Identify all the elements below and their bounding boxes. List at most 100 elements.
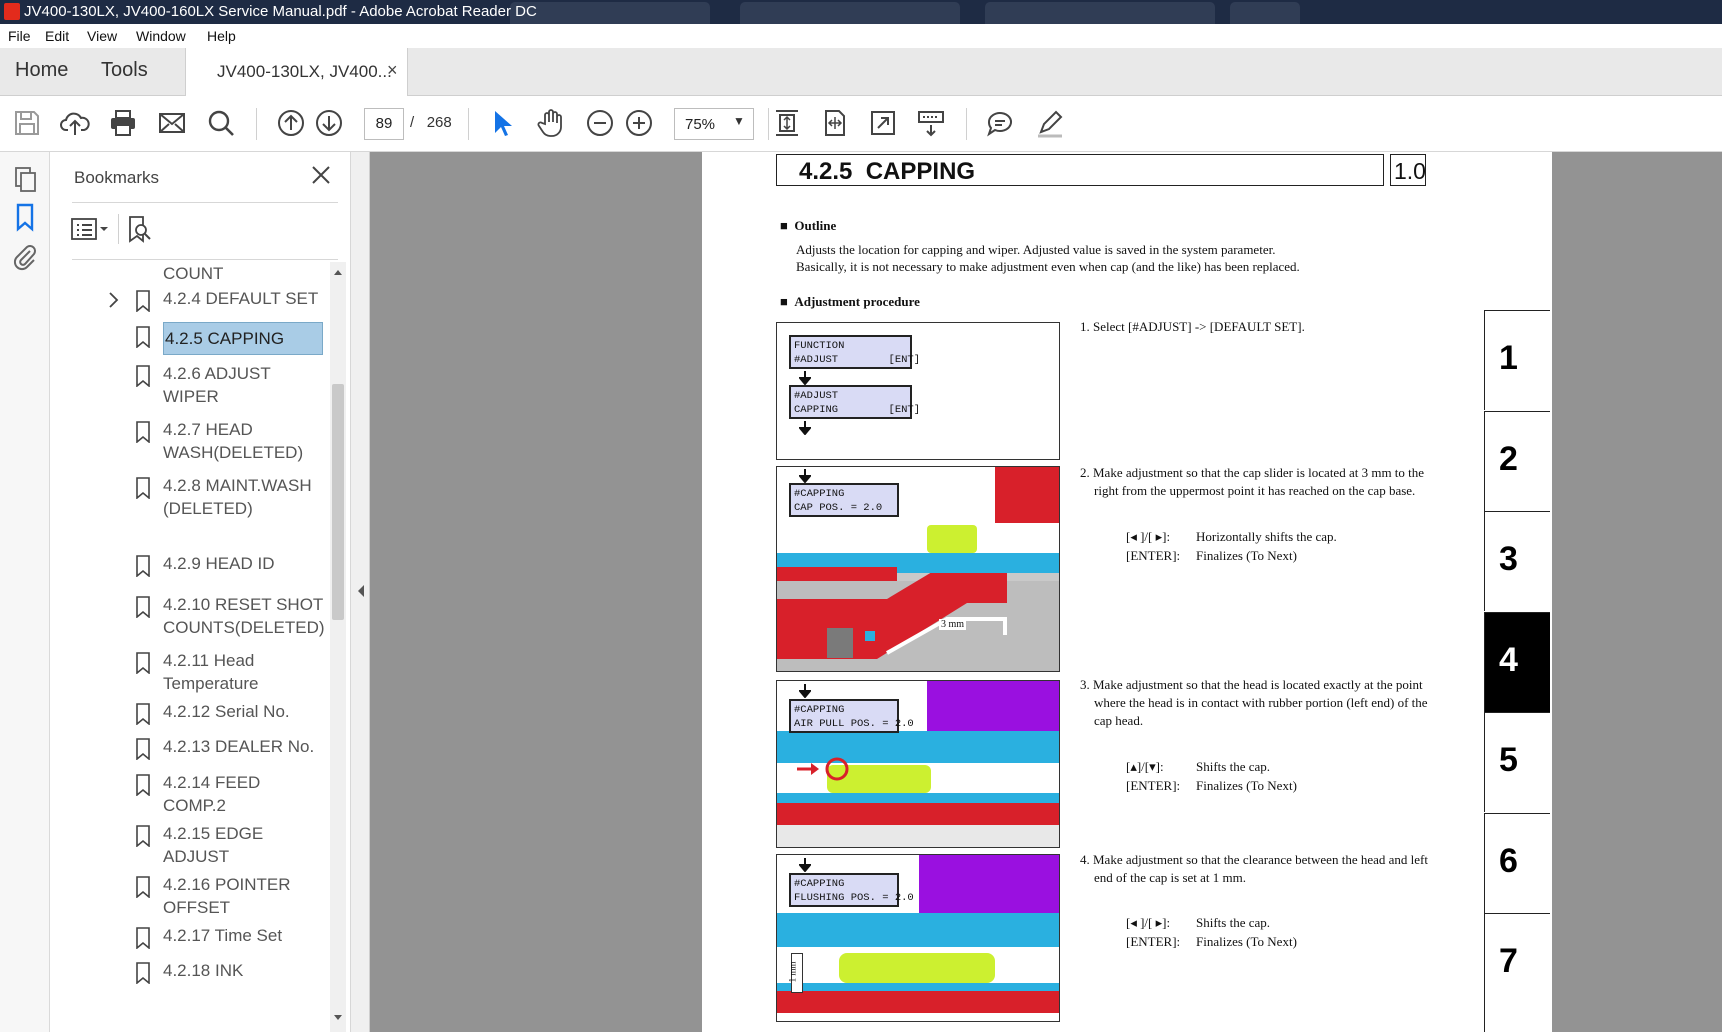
menu-help[interactable]: Help (207, 28, 236, 44)
chevron-right-icon[interactable] (107, 291, 121, 309)
chevron-down-icon: ▼ (733, 114, 745, 128)
key-description: Finalizes (To Next) (1196, 548, 1297, 563)
next-page-icon[interactable] (314, 108, 344, 138)
key-description: Shifts the cap. (1196, 915, 1271, 930)
outline-heading-text: Outline (794, 218, 837, 233)
lcd-line: CAP POS. = 2.0 (794, 502, 883, 514)
cloud-upload-icon[interactable] (60, 108, 90, 138)
bookmark-icon (136, 703, 150, 725)
print-icon[interactable] (108, 108, 138, 138)
tab-tools[interactable]: Tools (101, 59, 148, 82)
arrow-down-icon (799, 421, 811, 435)
figure-flushing: 1 mm #CAPPING FLUSHING POS. = 2.0 (776, 854, 1060, 1022)
page-thumbnails-icon[interactable] (10, 164, 40, 194)
section-title: 4.2.5 CAPPING (799, 158, 976, 185)
bookmark-label: 4.2.16 POINTER OFFSET (163, 875, 291, 917)
menu-edit[interactable]: Edit (45, 28, 69, 44)
lcd-line: #CAPPING (794, 488, 845, 500)
figure-part (777, 803, 1059, 825)
lcd-display: #CAPPING FLUSHING POS. = 2.0 (789, 873, 914, 907)
bookmark-icon (136, 876, 150, 898)
chapter-number: 5 (1499, 741, 1518, 779)
bookmark-icon (136, 927, 150, 949)
comment-icon[interactable] (985, 108, 1015, 138)
select-cursor-icon[interactable] (487, 108, 517, 138)
attachments-icon[interactable] (10, 242, 40, 272)
bookmark-icon (136, 825, 150, 847)
hand-tool-icon[interactable] (536, 108, 566, 138)
key-description: Finalizes (To Next) (1196, 934, 1297, 949)
previous-page-icon[interactable] (276, 108, 306, 138)
close-icon[interactable] (306, 160, 336, 190)
chapter-tab: 1 (1484, 310, 1550, 410)
highlight-pen-icon[interactable] (1035, 108, 1065, 138)
menu-view[interactable]: View (87, 28, 117, 44)
bookmark-label: 4.2.5 CAPPING (163, 322, 323, 355)
bookmark-icon (136, 326, 150, 348)
chapter-number: 7 (1499, 942, 1518, 980)
chapter-tab-active: 4 (1484, 612, 1550, 712)
zoom-in-icon[interactable] (624, 108, 654, 138)
zoom-value: 75% (685, 116, 716, 133)
procedure-heading-text: Adjustment procedure (794, 294, 920, 309)
tab-row: Home Tools JV400-130LX, JV400... × (0, 48, 1722, 96)
lcd-line: #ADJUST (794, 390, 839, 402)
page-number-input[interactable]: 89 (364, 108, 404, 140)
menu-window[interactable]: Window (136, 28, 186, 44)
bookmarks-icon[interactable] (10, 202, 40, 232)
step-text: right from the uppermost point it has re… (1094, 483, 1416, 498)
scroll-down-icon[interactable] (333, 1014, 343, 1022)
collapse-panel-icon[interactable] (356, 584, 366, 598)
scroll-up-icon[interactable] (333, 268, 343, 276)
key-label: [ENTER]: (1126, 934, 1181, 949)
bookmarks-header: Bookmarks (74, 168, 160, 187)
key-description: Finalizes (To Next) (1196, 778, 1297, 793)
window-title: JV400-130LX, JV400-160LX Service Manual.… (24, 3, 537, 20)
chapter-tab: 6 (1484, 813, 1550, 913)
bookmark-label: 4.2.6 ADJUST WIPER (163, 364, 271, 406)
zoom-out-icon[interactable] (585, 108, 615, 138)
bookmarks-scrollbar[interactable] (330, 262, 346, 1032)
find-bookmark-icon[interactable] (124, 214, 154, 244)
background-window-tab (510, 2, 710, 24)
panel-splitter[interactable] (350, 152, 370, 1032)
bookmark-icon (136, 652, 150, 674)
full-screen-icon[interactable] (868, 108, 898, 138)
tab-close-button[interactable]: × (387, 60, 398, 81)
navigation-rail (0, 152, 50, 1032)
figure-part (839, 953, 995, 983)
bookmark-label: 4.2.17 Time Set (163, 926, 283, 945)
figure-air-pull: #CAPPING AIR PULL POS. = 2.0 (776, 680, 1060, 848)
title-bar: JV400-130LX, JV400-160LX Service Manual.… (0, 0, 1722, 24)
bookmark-label: 4.2.9 HEAD ID (163, 554, 275, 573)
figure-part (927, 681, 1059, 731)
bookmark-icon (136, 738, 150, 760)
save-icon[interactable] (12, 108, 42, 138)
key-description: Horizontally shifts the cap. (1196, 529, 1337, 544)
lcd-line: AIR PULL POS. = 2.0 (794, 718, 914, 730)
chapter-number: 6 (1499, 842, 1518, 880)
lcd-line: FUNCTION (794, 340, 845, 352)
bookmark-options-icon[interactable] (70, 214, 110, 244)
lcd-display: #ADJUST CAPPING [ENT] (789, 385, 920, 419)
figure-part (927, 525, 977, 553)
scrollbar-thumb[interactable] (332, 384, 344, 620)
arrow-down-icon (799, 684, 811, 698)
page-separator: / (410, 114, 415, 131)
bookmark-list: COUNT 4.2.4 DEFAULT SET 4.2.5 CAPPING 4.… (50, 262, 330, 1032)
email-icon[interactable] (157, 108, 187, 138)
zoom-dropdown[interactable]: 75% ▼ (674, 108, 754, 140)
bookmark-label: 4.2.18 INK (163, 961, 244, 980)
search-icon[interactable] (206, 108, 236, 138)
bookmark-icon (136, 596, 150, 618)
tab-home[interactable]: Home (15, 59, 68, 82)
fit-width-icon[interactable] (820, 108, 850, 138)
fit-page-icon[interactable] (772, 108, 802, 138)
key-label: [ENTER]: (1126, 778, 1181, 793)
bookmark-label: 4.2.12 Serial No. (163, 702, 290, 721)
figure-part (995, 467, 1059, 523)
tab-document[interactable]: JV400-130LX, JV400... × (185, 48, 408, 96)
acrobat-icon (4, 3, 20, 20)
scrolling-mode-icon[interactable] (916, 108, 946, 138)
menu-file[interactable]: File (8, 28, 31, 44)
